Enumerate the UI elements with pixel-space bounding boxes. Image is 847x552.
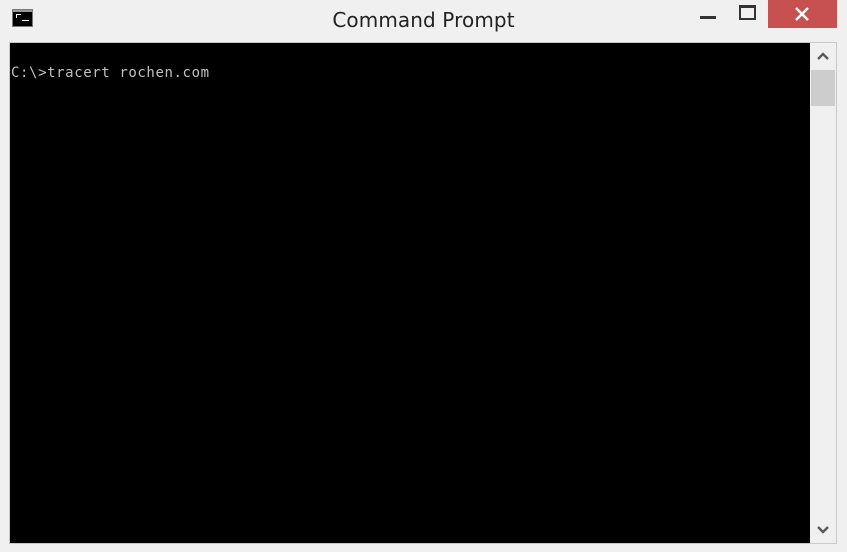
title-bar[interactable]: Command Prompt	[0, 0, 847, 42]
maximize-button[interactable]	[734, 0, 767, 28]
chevron-down-icon	[817, 526, 829, 534]
scroll-up-button[interactable]	[810, 43, 836, 69]
chevron-up-icon	[817, 52, 829, 60]
console-line-command: C:\>tracert rochen.com	[11, 65, 210, 81]
minimize-icon	[700, 16, 716, 19]
maximize-icon	[739, 5, 756, 20]
close-button[interactable]	[768, 0, 837, 28]
scroll-thumb[interactable]	[811, 70, 835, 106]
scroll-down-button[interactable]	[810, 517, 836, 543]
vertical-scrollbar[interactable]	[810, 42, 837, 544]
minimize-button[interactable]	[700, 0, 733, 28]
console-output[interactable]: C:\>tracert rochen.com	[9, 42, 810, 544]
close-icon	[795, 7, 809, 21]
